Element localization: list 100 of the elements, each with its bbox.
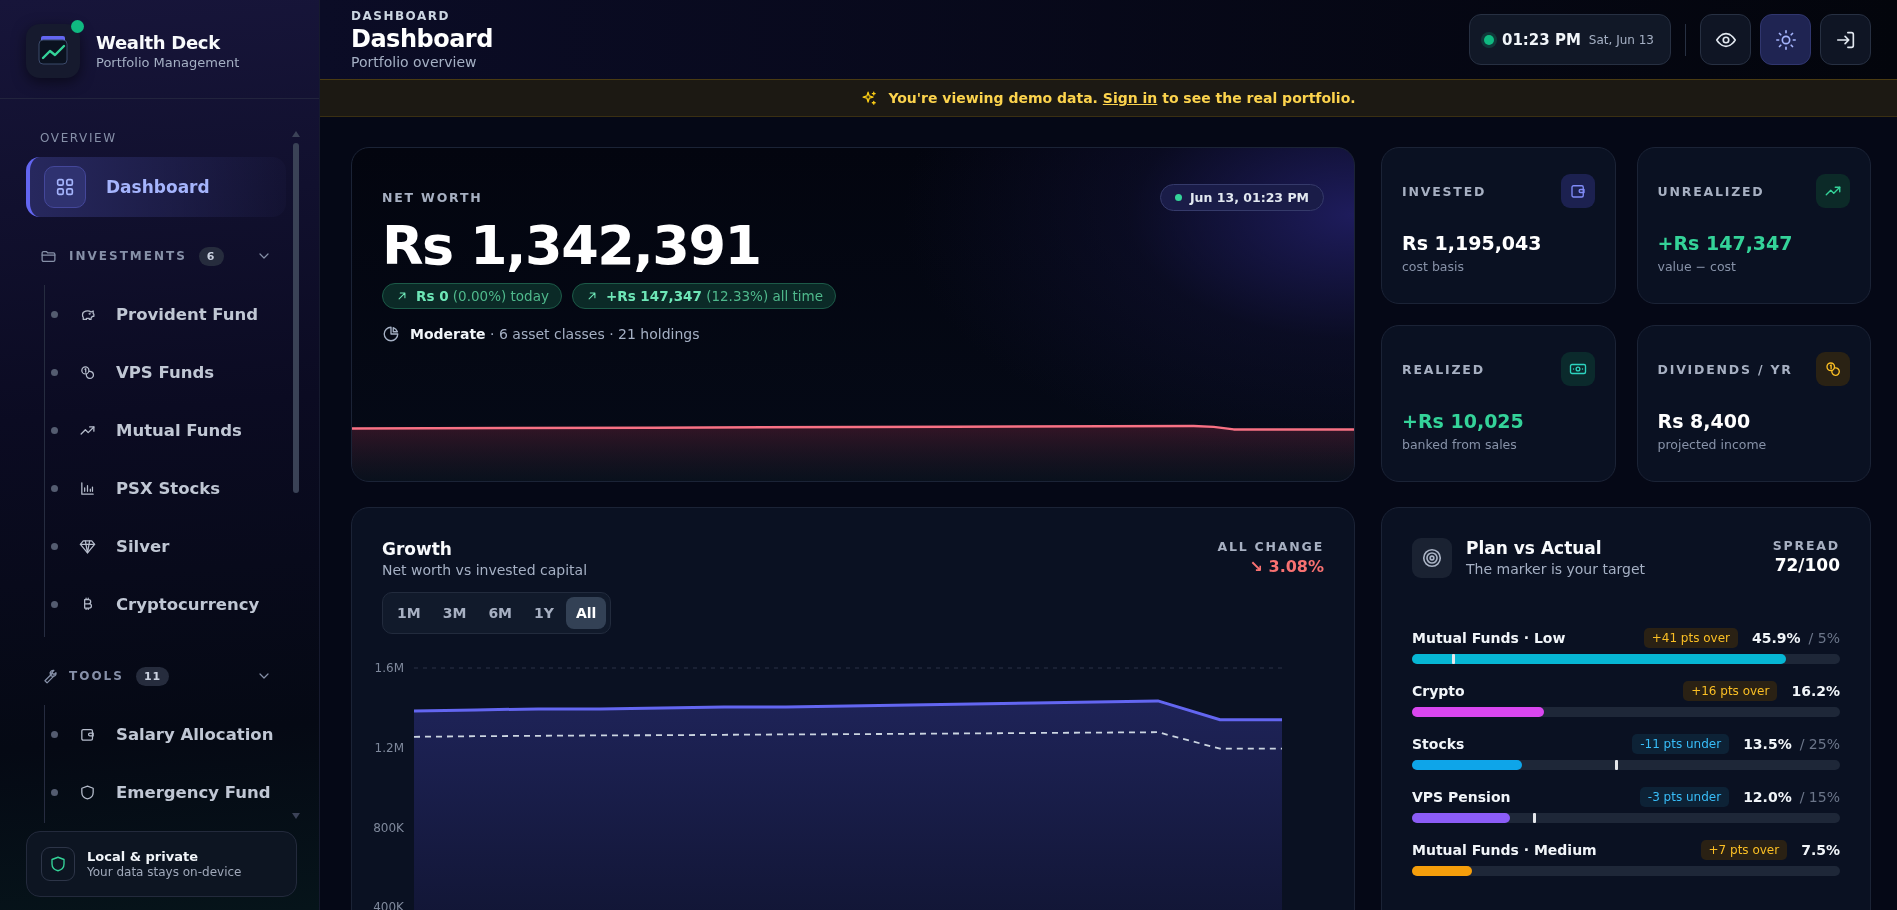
app-tagline: Portfolio Management — [96, 55, 240, 70]
card-label: UNREALIZED — [1657, 183, 1765, 199]
section-label: OVERVIEW — [39, 131, 118, 145]
bullet-dot — [51, 484, 58, 492]
allocation-percent: 7.5% — [1801, 842, 1840, 858]
stat-caption: value − cost — [1657, 259, 1737, 274]
pie-chart-icon — [382, 325, 400, 344]
section-toggle[interactable]: INVESTMENTS 6 — [26, 239, 286, 273]
sparkle-icon — [861, 89, 879, 107]
card-title: Plan vs Actual — [1466, 538, 1603, 558]
shield-icon — [79, 783, 96, 801]
demo-notice: You're viewing demo data. Sign in to see the real portfolio. — [888, 90, 1356, 106]
target-icon — [1421, 547, 1443, 569]
card-title: Growth — [382, 539, 453, 559]
card-label: DIVIDENDS / YR — [1657, 361, 1793, 377]
card-label: INVESTED — [1402, 183, 1487, 199]
axis-label: 800K — [373, 820, 404, 835]
bar-chart-icon — [79, 479, 96, 497]
page-subtitle: Portfolio overview — [351, 54, 478, 70]
nav-item[interactable]: VPS Funds — [45, 343, 286, 401]
nav-item[interactable]: PSX Stocks — [45, 459, 286, 517]
section-toggle[interactable]: TOOLS 11 — [26, 659, 286, 693]
scrollbar[interactable] — [292, 131, 300, 819]
deviation-tag: -3 pts under — [1639, 787, 1730, 807]
visibility-button[interactable] — [1700, 14, 1751, 65]
bullet-dot — [51, 600, 58, 608]
bullet-dot — [51, 426, 58, 434]
app-name: Wealth Deck — [96, 32, 221, 53]
stat-caption: cost basis — [1402, 259, 1465, 274]
range-tab[interactable]: 1Y — [524, 597, 564, 629]
privacy-title: Local & private — [87, 849, 199, 864]
bullet-dot — [51, 542, 58, 550]
change-chip: +Rs 147,347 (12.33%) all time — [571, 283, 837, 310]
coins-icon — [79, 363, 96, 381]
card-subtitle: Net worth vs invested capital — [382, 562, 588, 578]
sun-icon — [1774, 28, 1797, 51]
wallet-icon — [1568, 182, 1587, 200]
nav-item[interactable]: Salary Allocation — [45, 705, 286, 763]
bullet-dot — [51, 368, 58, 376]
sign-in-link[interactable]: Sign in — [1102, 90, 1158, 106]
bullet-dot — [51, 730, 58, 738]
deviation-tag: +7 pts over — [1700, 840, 1788, 860]
range-tab[interactable]: 3M — [432, 597, 477, 629]
allocation-name: Mutual Funds · Low — [1412, 630, 1566, 646]
allocation-percent: 13.5% — [1743, 736, 1792, 752]
spread-score: 72/100 — [1773, 555, 1840, 575]
coins-icon — [1824, 360, 1842, 378]
deviation-tag: +41 pts over — [1643, 628, 1739, 648]
bullet-dot — [51, 788, 58, 796]
range-tab[interactable]: 6M — [478, 597, 523, 629]
diamond-icon — [79, 537, 96, 555]
bullet-dot — [51, 310, 58, 318]
axis-label: 1.2M — [374, 740, 404, 755]
grid-icon — [54, 176, 76, 198]
portfolio-summary: Moderate · 6 asset classes · 21 holdings — [410, 326, 700, 343]
change-value: ↘ 3.08% — [1248, 557, 1324, 576]
count-badge: 11 — [135, 666, 170, 686]
spread-label: SPREAD — [1772, 538, 1840, 553]
shield-icon — [49, 855, 67, 873]
nav-item[interactable]: Dashboard — [26, 157, 286, 217]
target-percent: / 15% — [1799, 789, 1840, 805]
stat-value: Rs 1,195,043 — [1402, 232, 1543, 254]
stat-caption: banked from sales — [1402, 437, 1518, 452]
range-tab[interactable]: 1M — [387, 597, 431, 629]
stat-value: +Rs 10,025 — [1402, 410, 1525, 432]
allocation-name: Mutual Funds · Medium — [1412, 842, 1597, 858]
net-worth-value: Rs 1,342,391 — [382, 215, 762, 278]
clock-time: 01:23 PM — [1501, 30, 1581, 49]
card-subtitle: The marker is your target — [1466, 561, 1647, 577]
change-label: ALL CHANGE — [1217, 539, 1324, 554]
nav-item[interactable]: Cryptocurrency — [45, 575, 286, 633]
deviation-tag: -11 pts under — [1632, 734, 1730, 754]
count-badge: 6 — [198, 246, 224, 266]
axis-label: 1.6M — [374, 661, 404, 675]
allocation-percent: 12.0% — [1743, 789, 1792, 805]
range-tab[interactable]: All — [565, 597, 607, 629]
stat-value: Rs 8,400 — [1657, 410, 1752, 432]
allocation-percent: 16.2% — [1791, 683, 1840, 699]
breadcrumb: DASHBOARD — [351, 9, 451, 23]
clock-date: Sat, Jun 13 — [1588, 32, 1654, 47]
allocation-name: Stocks — [1412, 736, 1465, 752]
target-percent: / 5% — [1808, 630, 1840, 646]
nav-item[interactable]: Mutual Funds — [45, 401, 286, 459]
allocation-percent: 45.9% — [1752, 630, 1801, 646]
nav-item[interactable]: Provident Fund — [45, 285, 286, 343]
stat-caption: projected income — [1657, 437, 1768, 452]
allocation-name: VPS Pension — [1412, 789, 1511, 805]
privacy-note: Your data stays on-device — [87, 865, 242, 879]
deviation-tag: +16 pts over — [1683, 681, 1778, 701]
page-title: Dashboard — [351, 25, 493, 53]
card-label: REALIZED — [1402, 361, 1485, 377]
nav-item[interactable]: Silver — [45, 517, 286, 575]
target-percent: / 25% — [1799, 736, 1840, 752]
change-chip: Rs 0 (0.00%) today — [382, 283, 562, 310]
allocation-name: Crypto — [1412, 683, 1465, 699]
theme-button[interactable] — [1760, 14, 1811, 65]
timestamp-pill: Jun 13, 01:23 PM — [1159, 184, 1324, 211]
sign-in-button[interactable] — [1820, 14, 1871, 65]
nav-item[interactable]: Emergency Fund — [45, 763, 286, 821]
card-label: NET WORTH — [382, 190, 483, 205]
